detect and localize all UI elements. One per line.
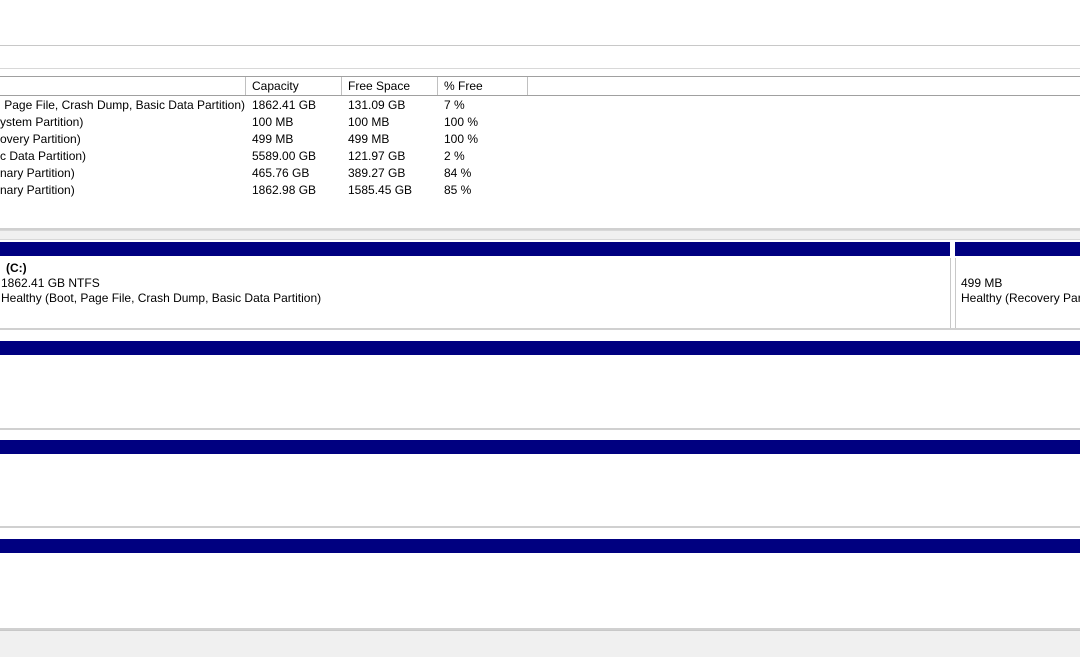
column-header-pct-free[interactable]: % Free [438, 77, 528, 95]
partition-c-size: 1862.41 GB NTFS [1, 276, 100, 290]
cell-pct-free: 100 % [444, 132, 479, 146]
partition-recovery[interactable]: 499 MB Healthy (Recovery Part [955, 258, 1080, 328]
cell-pct-free: 2 % [444, 149, 465, 163]
disk-bar-recovery [955, 242, 1080, 256]
top-spacer [0, 46, 1080, 68]
cell-capacity: 465.76 GB [252, 166, 310, 180]
cell-layout: overy Partition) [0, 132, 81, 146]
cell-capacity: 499 MB [252, 132, 294, 146]
cell-capacity: 1862.98 GB [252, 183, 317, 197]
cell-free-space: 389.27 GB [348, 166, 406, 180]
table-row[interactable]: ystem Partition) 100 MB 100 MB 100 % [0, 114, 1080, 131]
disk-0-map: (C:) 1862.41 GB NTFS Healthy (Boot, Page… [0, 240, 1080, 330]
table-row[interactable]: nary Partition) 1862.98 GB 1585.45 GB 85… [0, 182, 1080, 199]
toolbar-area [0, 0, 1080, 46]
cell-pct-free: 84 % [444, 166, 472, 180]
partition-c-name: (C:) [6, 261, 27, 275]
cell-layout: ystem Partition) [0, 115, 84, 129]
cell-pct-free: 100 % [444, 115, 479, 129]
cell-free-space: 1585.45 GB [348, 183, 413, 197]
disk-bar-2 [0, 440, 1080, 454]
cell-layout: nary Partition) [0, 166, 75, 180]
volume-list-header: Capacity Free Space % Free [0, 76, 1080, 96]
disk-2-map[interactable] [0, 436, 1080, 528]
table-row[interactable]: c Data Partition) 5589.00 GB 121.97 GB 2… [0, 148, 1080, 165]
cell-layout: t, Page File, Crash Dump, Basic Data Par… [0, 98, 245, 112]
volume-list[interactable]: Capacity Free Space % Free t, Page File,… [0, 68, 1080, 230]
partition-recovery-status: Healthy (Recovery Part [961, 291, 1080, 305]
cell-free-space: 131.09 GB [348, 98, 406, 112]
cell-capacity: 5589.00 GB [252, 149, 317, 163]
cell-free-space: 100 MB [348, 115, 390, 129]
cell-free-space: 499 MB [348, 132, 390, 146]
table-row[interactable]: overy Partition) 499 MB 499 MB 100 % [0, 131, 1080, 148]
column-header-free-space[interactable]: Free Space [342, 77, 438, 95]
cell-pct-free: 85 % [444, 183, 472, 197]
cell-layout: nary Partition) [0, 183, 75, 197]
partition-c-status: Healthy (Boot, Page File, Crash Dump, Ba… [1, 291, 322, 305]
table-row[interactable]: nary Partition) 465.76 GB 389.27 GB 84 % [0, 165, 1080, 182]
disk-bar-1 [0, 341, 1080, 355]
partition-c[interactable]: (C:) 1862.41 GB NTFS Healthy (Boot, Page… [0, 258, 951, 328]
cell-free-space: 121.97 GB [348, 149, 406, 163]
disk-3-map[interactable] [0, 535, 1080, 630]
pane-splitter[interactable] [0, 230, 1080, 240]
column-header-layout[interactable] [0, 77, 246, 95]
column-header-capacity[interactable]: Capacity [246, 77, 342, 95]
cell-capacity: 100 MB [252, 115, 294, 129]
cell-layout: c Data Partition) [0, 149, 87, 163]
disk-bar-3 [0, 539, 1080, 553]
disk-1-map[interactable] [0, 338, 1080, 430]
volume-rows: t, Page File, Crash Dump, Basic Data Par… [0, 97, 1080, 199]
cell-pct-free: 7 % [444, 98, 465, 112]
disk-bar-c [0, 242, 950, 256]
cell-capacity: 1862.41 GB [252, 98, 317, 112]
partition-recovery-size: 499 MB [961, 276, 1003, 290]
table-row[interactable]: t, Page File, Crash Dump, Basic Data Par… [0, 97, 1080, 114]
status-bar [0, 630, 1080, 657]
